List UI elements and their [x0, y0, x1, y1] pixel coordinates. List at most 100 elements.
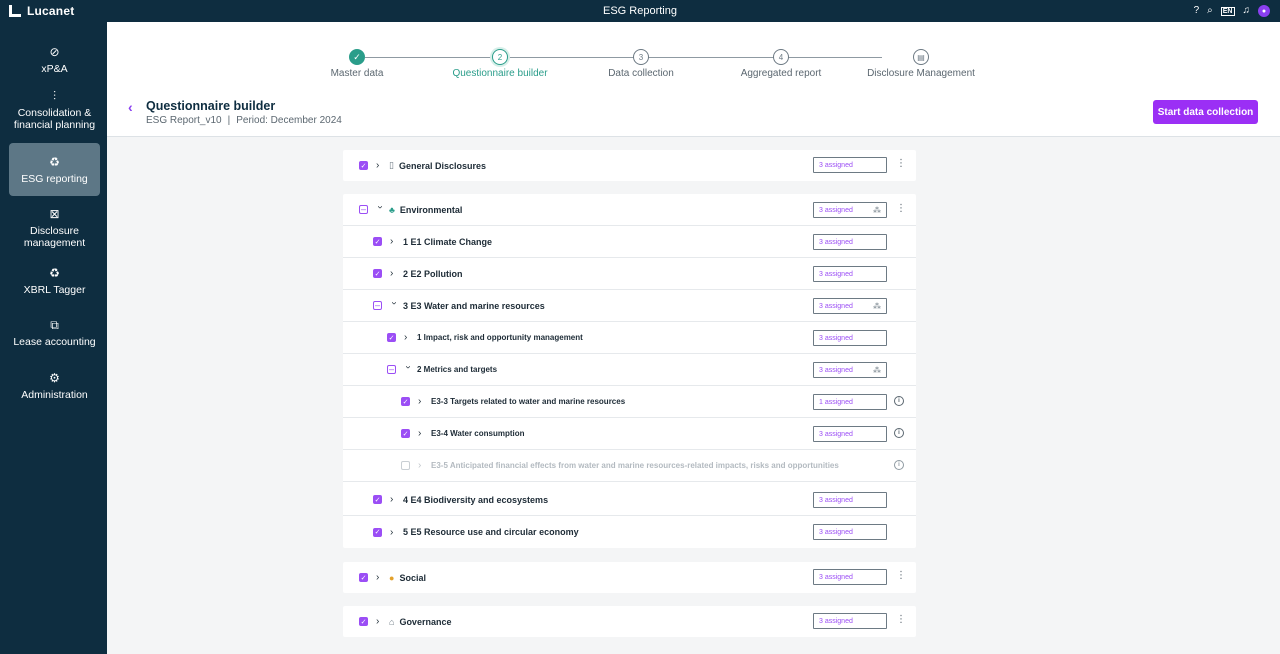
page-header: ✓ Master data 2 Questionnaire builder 3 …	[107, 22, 1280, 137]
checkbox[interactable]: ✓	[373, 237, 382, 246]
row-label: E3-4 Water consumption	[431, 429, 525, 438]
step-master-data[interactable]: ✓ Master data	[329, 49, 385, 79]
checkbox[interactable]: ✓	[373, 269, 382, 278]
info-icon[interactable]: i	[894, 460, 904, 470]
sidebar-item-disclosure[interactable]: ⊠ Disclosure management	[9, 204, 100, 252]
hierarchy-icon[interactable]: ⁂	[873, 302, 881, 311]
assigned-count: 3 assigned	[819, 573, 853, 581]
checkbox[interactable]: ✓	[359, 617, 368, 626]
row-label: 4 E4 Biodiversity and ecosystems	[403, 494, 549, 505]
start-data-collection-button[interactable]: Start data collection	[1153, 100, 1258, 124]
help-icon[interactable]: ?	[1194, 6, 1200, 16]
assign-field[interactable]: 3 assigned ⁂	[813, 202, 887, 218]
section-governance: ✓ › ⌂ Governance 3 assigned ⋮	[343, 606, 916, 637]
checkbox[interactable]: ✓	[387, 333, 396, 342]
chevron-right-icon[interactable]: ›	[390, 268, 398, 279]
assign-field[interactable]: 3 assigned	[813, 330, 887, 346]
assigned-count: 3 assigned	[819, 430, 853, 438]
row-label: 2 E2 Pollution	[403, 268, 463, 279]
sidebar-item-label: Disclosure management	[23, 225, 86, 249]
tree-row[interactable]: ✓ › E3-4 Water consumption 3 assigned i	[343, 418, 916, 450]
checkbox-partial[interactable]: –	[373, 301, 382, 310]
assign-field[interactable]: 3 assigned	[813, 234, 887, 250]
logo-mark-icon	[9, 5, 21, 17]
checkbox-empty[interactable]	[401, 461, 410, 470]
chevron-right-icon[interactable]: ›	[418, 396, 426, 407]
checkbox[interactable]: ✓	[373, 495, 382, 504]
chevron-right-icon[interactable]: ›	[376, 572, 384, 583]
assign-field[interactable]: 3 assigned	[813, 569, 887, 585]
chevron-down-icon[interactable]: ›	[389, 302, 400, 310]
assign-field[interactable]: 3 assigned	[813, 266, 887, 282]
more-icon[interactable]: ⋮	[896, 614, 906, 625]
tree-row[interactable]: ✓ › ⌂ Governance 3 assigned ⋮	[343, 606, 916, 637]
chevron-right-icon[interactable]: ›	[404, 332, 412, 343]
chevron-right-icon[interactable]: ›	[390, 236, 398, 247]
tree-row[interactable]: ✓ › 1 Impact, risk and opportunity manag…	[343, 322, 916, 354]
section-general-disclosures: ✓ › ▯ General Disclosures 3 assigned ⋮	[343, 150, 916, 181]
checkbox[interactable]: ✓	[359, 161, 368, 170]
hierarchy-icon[interactable]: ⁂	[873, 206, 881, 215]
assign-field[interactable]: 3 assigned ⁂	[813, 298, 887, 314]
chevron-right-icon[interactable]: ›	[418, 428, 426, 439]
tree-row[interactable]: ✓ › 1 E1 Climate Change 3 assigned	[343, 226, 916, 258]
row-label: Governance	[399, 616, 452, 627]
tree-row[interactable]: ✓ › ● Social 3 assigned ⋮	[343, 562, 916, 593]
assign-field[interactable]: 3 assigned	[813, 157, 887, 173]
sidebar-item-administration[interactable]: ⚙ Administration	[9, 367, 100, 405]
report-icon: ▤	[913, 49, 929, 65]
tree-row[interactable]: ✓ › 4 E4 Biodiversity and ecosystems 3 a…	[343, 484, 916, 516]
assign-field[interactable]: 1 assigned	[813, 394, 887, 410]
step-aggregated-report[interactable]: 4 Aggregated report	[727, 49, 835, 79]
assign-field[interactable]: 3 assigned ⁂	[813, 362, 887, 378]
chevron-right-icon[interactable]: ›	[390, 527, 398, 538]
checkbox-partial[interactable]: –	[359, 205, 368, 214]
info-icon[interactable]: i	[894, 428, 904, 438]
assign-field[interactable]: 3 assigned	[813, 524, 887, 540]
language-icon[interactable]: EN	[1220, 6, 1235, 16]
tree-row[interactable]: ✓ › 5 E5 Resource use and circular econo…	[343, 516, 916, 548]
sidebar-item-label: Consolidation & financial planning	[13, 107, 96, 131]
sidebar-item-consolidation[interactable]: ⫶ Consolidation & financial planning	[9, 86, 100, 134]
search-icon[interactable]: ⌕	[1207, 6, 1213, 16]
checkbox-partial[interactable]: –	[387, 365, 396, 374]
document-icon: ▯	[389, 160, 394, 170]
info-icon[interactable]: i	[894, 396, 904, 406]
more-icon[interactable]: ⋮	[896, 158, 906, 169]
assign-field[interactable]: 3 assigned	[813, 613, 887, 629]
step-questionnaire-builder[interactable]: 2 Questionnaire builder	[440, 49, 560, 79]
tree-row[interactable]: ✓ › E3-3 Targets related to water and ma…	[343, 386, 916, 418]
checkbox[interactable]: ✓	[401, 397, 410, 406]
chevron-down-icon[interactable]: ›	[403, 366, 414, 374]
step-disclosure-management[interactable]: ▤ Disclosure Management	[863, 49, 979, 79]
chevron-right-icon[interactable]: ›	[376, 160, 384, 171]
row-label: Social	[399, 572, 426, 583]
checkbox[interactable]: ✓	[401, 429, 410, 438]
lucanet-logo[interactable]: Lucanet	[0, 4, 200, 18]
checkbox[interactable]: ✓	[359, 573, 368, 582]
step-data-collection[interactable]: 3 Data collection	[597, 49, 685, 79]
sidebar-item-xpa[interactable]: ⊘ xP&A	[9, 40, 100, 80]
chevron-right-icon[interactable]: ›	[376, 616, 384, 627]
user-avatar-icon[interactable]: ●	[1258, 5, 1270, 17]
hierarchy-icon[interactable]: ⁂	[873, 366, 881, 375]
tree-row[interactable]: ✓ › 2 E2 Pollution 3 assigned	[343, 258, 916, 290]
chevron-down-icon[interactable]: ›	[375, 206, 386, 214]
assign-field[interactable]: 3 assigned	[813, 426, 887, 442]
tree-row[interactable]: – › ♣ Environmental 3 assigned ⁂ ⋮	[343, 194, 916, 226]
back-arrow-icon[interactable]: ‹	[128, 99, 133, 115]
institution-icon: ⌂	[389, 616, 395, 627]
sidebar-item-xbrl[interactable]: ♻ XBRL Tagger	[9, 262, 100, 300]
tree-row[interactable]: – › 3 E3 Water and marine resources 3 as…	[343, 290, 916, 322]
tree-row[interactable]: ✓ › ▯ General Disclosures 3 assigned ⋮	[343, 150, 916, 181]
chevron-right-icon[interactable]: ›	[390, 494, 398, 505]
checkbox[interactable]: ✓	[373, 527, 382, 537]
sidebar-item-esg-reporting[interactable]: ♻ ESG reporting	[9, 143, 100, 196]
more-icon[interactable]: ⋮	[896, 570, 906, 581]
assign-field[interactable]: 3 assigned	[813, 492, 887, 508]
tree-row[interactable]: – › 2 Metrics and targets 3 assigned ⁂	[343, 354, 916, 386]
document-icon: ⊠	[49, 207, 60, 221]
bell-icon[interactable]: ♫	[1243, 6, 1251, 16]
more-icon[interactable]: ⋮	[896, 203, 906, 214]
sidebar-item-lease[interactable]: ⧉ Lease accounting	[9, 308, 100, 358]
